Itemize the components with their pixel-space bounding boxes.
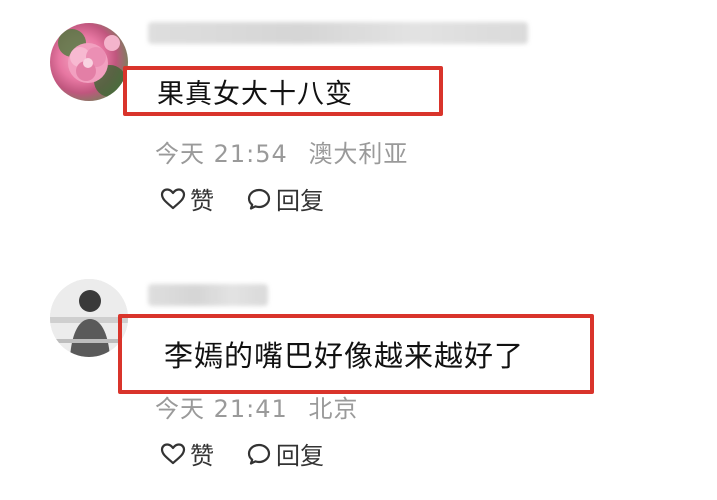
comment-location: 澳大利亚 <box>308 140 409 168</box>
reply-label: 回复 <box>276 442 324 470</box>
speech-bubble-icon <box>247 188 271 210</box>
comment-actions: 赞 回复 <box>160 436 356 471</box>
avatar[interactable] <box>50 279 128 357</box>
heart-icon <box>160 442 186 464</box>
comment-time: 今天 21:41 <box>155 395 288 423</box>
comment-actions: 赞 回复 <box>160 181 356 216</box>
comment-meta: 今天 21:41 北京 <box>155 389 370 424</box>
avatar[interactable] <box>50 23 128 101</box>
comment-text: 果真女大十八变 <box>157 78 353 110</box>
like-label: 赞 <box>190 442 214 470</box>
username-blurred[interactable] <box>148 22 528 44</box>
highlighted-comment-box: 李嫣的嘴巴好像越来越好了 <box>118 314 594 394</box>
like-label: 赞 <box>190 187 214 215</box>
like-button[interactable]: 赞 <box>160 436 214 471</box>
flower-avatar-image <box>58 29 126 97</box>
comment-meta: 今天 21:54 澳大利亚 <box>155 134 420 169</box>
reply-button[interactable]: 回复 <box>246 436 324 471</box>
comment-location: 北京 <box>308 395 359 423</box>
username-blurred[interactable] <box>148 284 268 306</box>
highlighted-comment-box: 果真女大十八变 <box>123 66 443 116</box>
comment-text: 李嫣的嘴巴好像越来越好了 <box>164 339 525 373</box>
heart-icon <box>160 187 186 209</box>
person-avatar-image <box>50 279 128 357</box>
reply-button[interactable]: 回复 <box>246 181 324 216</box>
like-button[interactable]: 赞 <box>160 181 214 216</box>
comment-item: 李嫣的嘴巴好像越来越好了 今天 21:41 北京 赞 回复 <box>0 250 717 500</box>
speech-bubble-icon <box>247 443 271 465</box>
comment-time: 今天 21:54 <box>155 140 288 168</box>
comment-item: 果真女大十八变 今天 21:54 澳大利亚 赞 回复 <box>0 0 717 250</box>
reply-label: 回复 <box>276 187 324 215</box>
